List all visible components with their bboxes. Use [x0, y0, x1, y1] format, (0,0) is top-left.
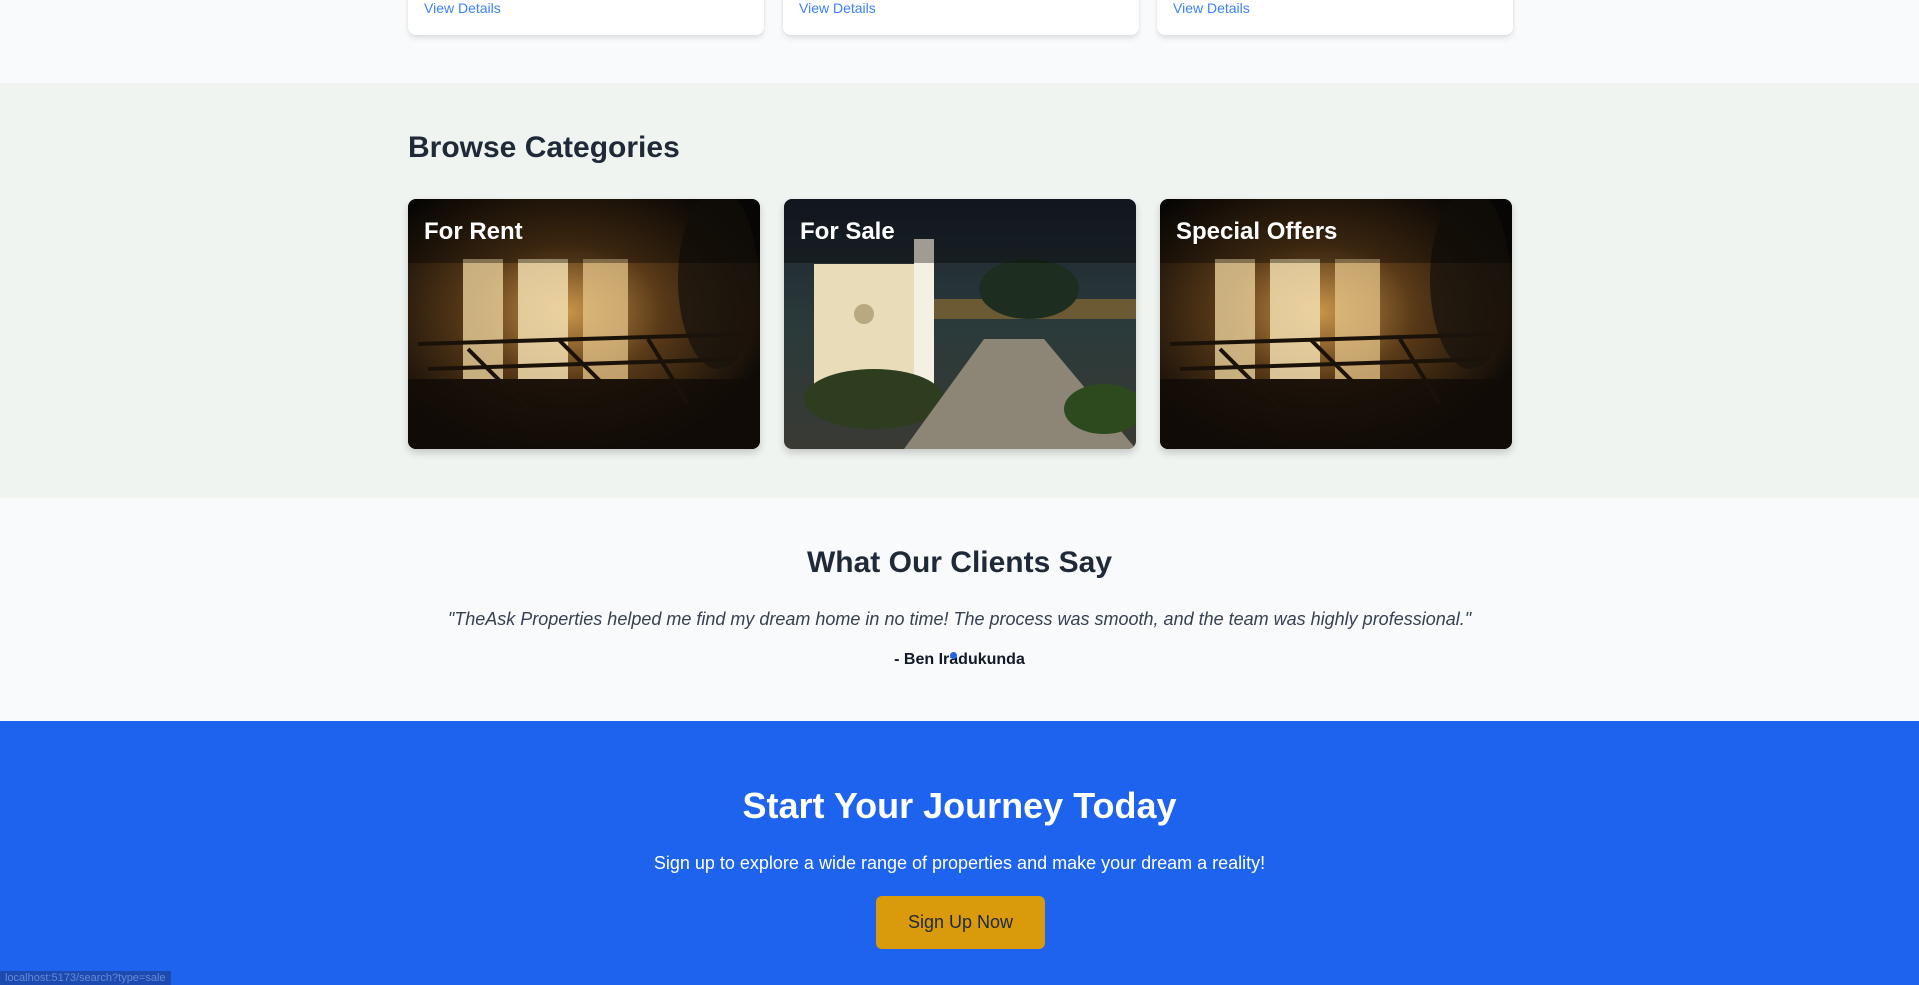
cta-section: Start Your Journey Today Sign up to expl… [0, 721, 1919, 985]
testimonial-quote: "TheAsk Properties helped me find my dre… [447, 609, 1472, 629]
mouse-cursor-icon [950, 652, 957, 659]
category-card-for-sale[interactable]: For Sale [784, 199, 1136, 449]
category-label: For Rent [424, 218, 523, 245]
category-card-for-rent[interactable]: For Rent [408, 199, 760, 449]
cta-title: Start Your Journey Today [742, 785, 1177, 826]
category-label: Special Offers [1176, 218, 1338, 245]
testimonial-author: - Ben Iradukunda [894, 651, 1025, 668]
view-details-link[interactable]: View Details [1173, 0, 1250, 16]
property-card: View Details [1157, 0, 1513, 35]
browse-categories-section: Browse Categories For Rent For Sale Spec… [0, 83, 1919, 498]
sign-up-button[interactable]: Sign Up Now [876, 896, 1045, 949]
property-card: View Details [783, 0, 1139, 35]
view-details-link[interactable]: View Details [799, 0, 876, 16]
view-details-link[interactable]: View Details [424, 0, 501, 16]
property-card: View Details [408, 0, 764, 35]
category-label: For Sale [800, 218, 895, 245]
category-card-special-offers[interactable]: Special Offers [1160, 199, 1512, 449]
cta-subtitle: Sign up to explore a wide range of prope… [653, 853, 1266, 873]
featured-properties-section: View Details View Details View Details [0, 0, 1919, 83]
testimonials-section: What Our Clients Say "TheAsk Properties … [0, 498, 1919, 721]
status-bar-url: localhost:5173/search?type=sale [0, 971, 171, 985]
section-title: Browse Categories [408, 131, 680, 164]
section-title: What Our Clients Say [806, 546, 1113, 579]
